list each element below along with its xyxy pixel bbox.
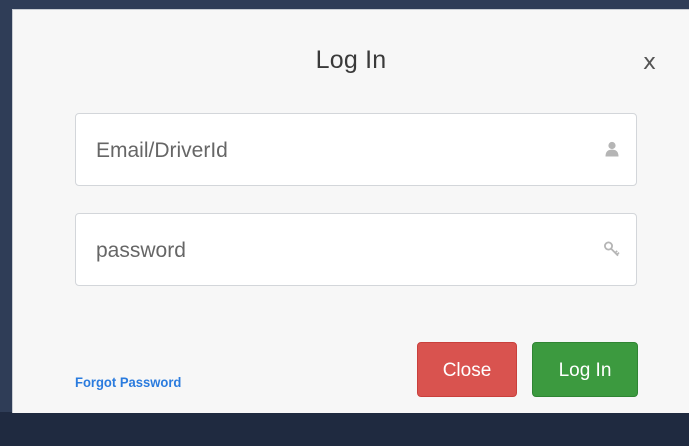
backdrop-strip (0, 412, 689, 446)
forgot-password-link[interactable]: Forgot Password (75, 374, 181, 390)
key-icon (602, 239, 622, 259)
close-icon[interactable]: x (643, 50, 656, 75)
login-button[interactable]: Log In (532, 342, 638, 397)
password-field[interactable] (75, 213, 637, 287)
password-input[interactable] (94, 214, 578, 287)
email-input[interactable] (94, 114, 578, 187)
login-modal: Log In x Forgot Password Close Log In (12, 9, 689, 413)
close-button[interactable]: Close (417, 342, 517, 397)
email-field[interactable] (75, 113, 637, 187)
user-icon (602, 139, 622, 159)
modal-title: Log In (315, 46, 387, 74)
